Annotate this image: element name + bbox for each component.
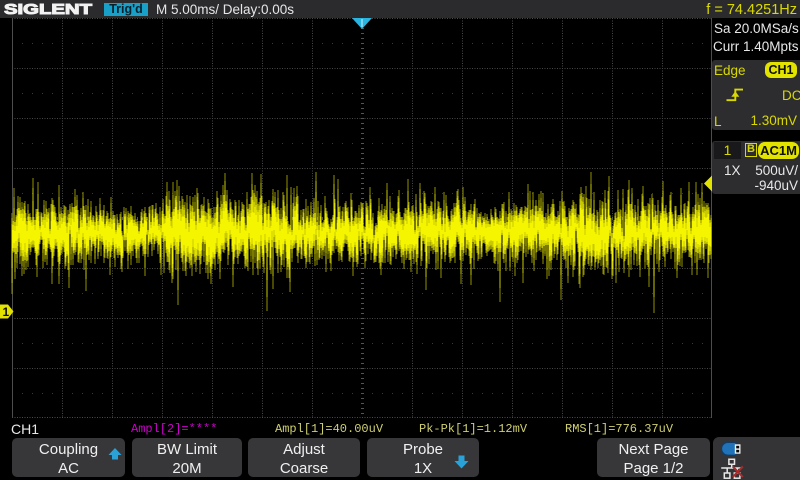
svg-text:SIGLENT: SIGLENT	[4, 2, 92, 17]
svg-text:1: 1	[3, 305, 10, 319]
